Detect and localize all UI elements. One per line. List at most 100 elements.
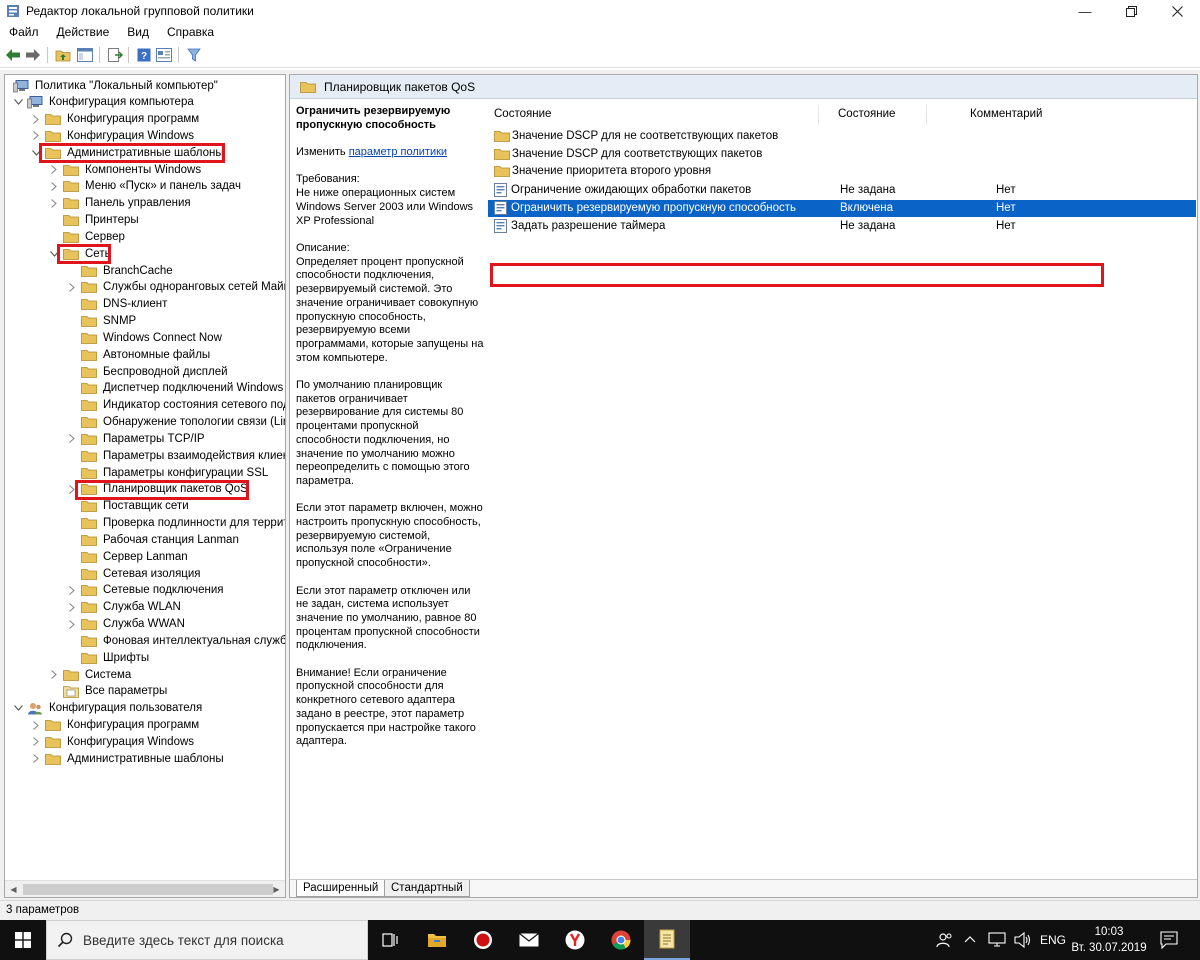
- tree-item[interactable]: Принтеры: [49, 212, 141, 229]
- tree-item[interactable]: Панель управления: [49, 195, 193, 212]
- tree-item[interactable]: Компоненты Windows: [49, 161, 203, 178]
- scroll-left-arrow-icon[interactable]: ◀: [5, 881, 22, 897]
- tree-item[interactable]: Windows Connect Now: [67, 329, 224, 346]
- scroll-right-arrow-icon[interactable]: ▶: [268, 881, 285, 897]
- tree-item[interactable]: SNMP: [67, 313, 138, 330]
- tree-item[interactable]: Конфигурация программ: [31, 717, 201, 734]
- tree-item[interactable]: Все параметры: [49, 683, 169, 700]
- chevron-down-icon[interactable]: [13, 703, 23, 713]
- list-row[interactable]: Ограничение ожидающих обработки пакетов Н…: [488, 182, 1196, 199]
- chevron-right-icon[interactable]: [31, 131, 41, 141]
- edit-policy-link[interactable]: параметр политики: [349, 146, 447, 158]
- volume-icon[interactable]: [1014, 932, 1032, 948]
- tree-item[interactable]: Параметры конфигурации SSL: [67, 464, 270, 481]
- filter-button[interactable]: [185, 46, 203, 64]
- language-indicator[interactable]: ENG: [1040, 933, 1066, 947]
- menu-view[interactable]: Вид: [118, 22, 158, 42]
- tree-horizontal-scrollbar[interactable]: ◀ ▶: [5, 880, 285, 897]
- up-folder-button[interactable]: [54, 46, 72, 64]
- start-button[interactable]: [0, 920, 46, 960]
- tree-item[interactable]: Меню «Пуск» и панель задач: [49, 178, 243, 195]
- tree-item[interactable]: BranchCache: [67, 262, 175, 279]
- tree-item[interactable]: Шрифты: [67, 649, 151, 666]
- chevron-right-icon[interactable]: [31, 754, 41, 764]
- tree-item[interactable]: Политика "Локальный компьютер": [13, 77, 220, 94]
- restore-button[interactable]: [1108, 0, 1154, 22]
- chevron-down-icon[interactable]: [13, 97, 23, 107]
- properties-button[interactable]: [155, 46, 173, 64]
- taskbar-search-box[interactable]: Введите здесь текст для поиска: [46, 920, 368, 960]
- chevron-right-icon[interactable]: [67, 602, 77, 612]
- list-row[interactable]: Значение DSCP для соответствующих пакето…: [488, 147, 1196, 164]
- tree-item[interactable]: Служба WLAN: [67, 599, 183, 616]
- menu-action[interactable]: Действие: [48, 22, 119, 42]
- close-button[interactable]: [1154, 0, 1200, 22]
- list-row[interactable]: Задать разрешение таймера Не задана Нет: [488, 218, 1196, 235]
- forward-button[interactable]: [24, 46, 42, 64]
- help-button[interactable]: ?: [135, 46, 153, 64]
- list-row[interactable]: Значение DSCP для не соответствующих пак…: [488, 129, 1196, 146]
- tree-item[interactable]: Сервер: [49, 228, 127, 245]
- tab-standard[interactable]: Стандартный: [384, 880, 470, 897]
- tree-item[interactable]: Рабочая станция Lanman: [67, 531, 241, 548]
- tab-extended[interactable]: Расширенный: [296, 880, 386, 897]
- show-hide-tree-button[interactable]: [76, 46, 94, 64]
- column-header-state[interactable]: Состояние: [838, 103, 895, 125]
- chevron-right-icon[interactable]: [31, 114, 41, 124]
- tree-item[interactable]: Служба WWAN: [67, 616, 187, 633]
- tree-item[interactable]: Диспетчер подключений Windows: [67, 380, 285, 397]
- menu-file[interactable]: Файл: [0, 22, 48, 42]
- chevron-up-icon[interactable]: [964, 935, 976, 943]
- tree-item[interactable]: Конфигурация компьютера: [13, 94, 196, 111]
- tree-item[interactable]: Сервер Lanman: [67, 548, 190, 565]
- tree-item[interactable]: Конфигурация Windows: [31, 733, 196, 750]
- export-list-button[interactable]: [106, 46, 124, 64]
- taskbar-explorer[interactable]: [414, 920, 460, 960]
- chevron-right-icon[interactable]: [67, 282, 77, 292]
- back-button[interactable]: [4, 46, 22, 64]
- tree-item[interactable]: Сетевые подключения: [67, 582, 226, 599]
- tree-item[interactable]: Параметры взаимодействия клиент: [67, 447, 285, 464]
- chevron-right-icon[interactable]: [67, 619, 77, 629]
- chevron-right-icon[interactable]: [31, 720, 41, 730]
- list-row-selected[interactable]: Ограничить резервируемую пропускную спос…: [488, 199, 1196, 217]
- tree-item[interactable]: Параметры TCP/IP: [67, 430, 207, 447]
- taskbar-yandex-browser[interactable]: [552, 920, 598, 960]
- chevron-right-icon[interactable]: [67, 434, 77, 444]
- menu-help[interactable]: Справка: [158, 22, 223, 42]
- tree-item[interactable]: Административные шаблоны: [31, 750, 226, 767]
- chevron-right-icon[interactable]: [67, 585, 77, 595]
- column-header-comment[interactable]: Комментарий: [970, 103, 1042, 125]
- tree-item[interactable]: Фоновая интеллектуальная служба: [67, 632, 285, 649]
- chevron-right-icon[interactable]: [49, 198, 59, 208]
- chevron-right-icon[interactable]: [49, 165, 59, 175]
- taskbar-recorder[interactable]: [460, 920, 506, 960]
- tree-item[interactable]: Конфигурация Windows: [31, 127, 196, 144]
- taskbar-chrome[interactable]: [598, 920, 644, 960]
- tree-item[interactable]: Автономные файлы: [67, 346, 212, 363]
- task-view-button[interactable]: [368, 920, 414, 960]
- tree-item[interactable]: Конфигурация пользователя: [13, 700, 204, 717]
- tree-item[interactable]: Сетевая изоляция: [67, 565, 203, 582]
- chevron-right-icon[interactable]: [49, 181, 59, 191]
- tree-item[interactable]: Индикатор состояния сетевого подк: [67, 397, 285, 414]
- clock[interactable]: 10:03 Вт. 30.07.2019: [1070, 924, 1148, 956]
- tree-item[interactable]: Система: [49, 666, 133, 683]
- tree-item[interactable]: Поставщик сети: [67, 498, 191, 515]
- tree-item[interactable]: Проверка подлинности для террито: [67, 515, 285, 532]
- chevron-right-icon[interactable]: [49, 670, 59, 680]
- chevron-right-icon[interactable]: [31, 737, 41, 747]
- tree-item[interactable]: Службы одноранговых сетей Майкр: [67, 279, 285, 296]
- column-header-setting[interactable]: Состояние: [494, 103, 551, 125]
- people-icon[interactable]: [936, 932, 954, 948]
- taskbar-gpedit-active[interactable]: [644, 920, 690, 960]
- tree-item[interactable]: Беспроводной дисплей: [67, 363, 230, 380]
- notification-center-icon[interactable]: [1160, 931, 1178, 949]
- tree-item[interactable]: DNS-клиент: [67, 296, 169, 313]
- tree-item[interactable]: Конфигурация программ: [31, 111, 201, 128]
- scroll-thumb[interactable]: [23, 884, 273, 895]
- minimize-button[interactable]: —: [1062, 0, 1108, 22]
- tree-item[interactable]: Обнаружение топологии связи (Link: [67, 414, 285, 431]
- network-icon[interactable]: [988, 932, 1006, 948]
- list-row[interactable]: Значение приоритета второго уровня: [488, 164, 1196, 181]
